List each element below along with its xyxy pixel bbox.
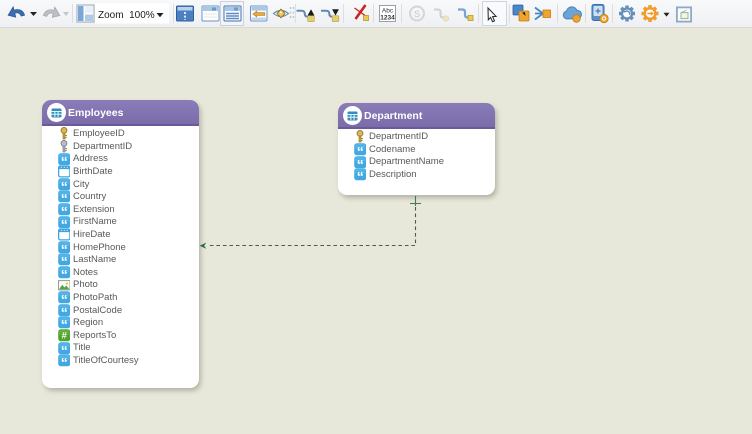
svg-text:“: “ [60, 342, 67, 354]
svg-text:1234: 1234 [380, 15, 395, 22]
svg-text:“: “ [60, 204, 67, 216]
svg-text:“: “ [60, 191, 67, 203]
svg-text:“: “ [356, 144, 363, 156]
svg-text:“: “ [60, 267, 67, 279]
svg-text:“: “ [60, 179, 67, 191]
svg-text:“: “ [60, 317, 67, 329]
svg-text:“: “ [60, 292, 67, 304]
svg-text:“: “ [60, 254, 67, 266]
svg-text:“: “ [60, 305, 67, 317]
svg-text:“: “ [60, 153, 67, 165]
svg-text:“: “ [60, 216, 67, 228]
svg-text:“: “ [356, 169, 363, 181]
svg-text:Abc: Abc [382, 8, 394, 15]
svg-text:“: “ [356, 156, 363, 168]
svg-text:S: S [414, 9, 420, 19]
svg-text:“: “ [60, 242, 67, 254]
svg-text:“: “ [60, 355, 67, 367]
svg-text:#: # [61, 331, 67, 341]
svg-text:Zoom 100%: Zoom 100% [98, 10, 155, 21]
